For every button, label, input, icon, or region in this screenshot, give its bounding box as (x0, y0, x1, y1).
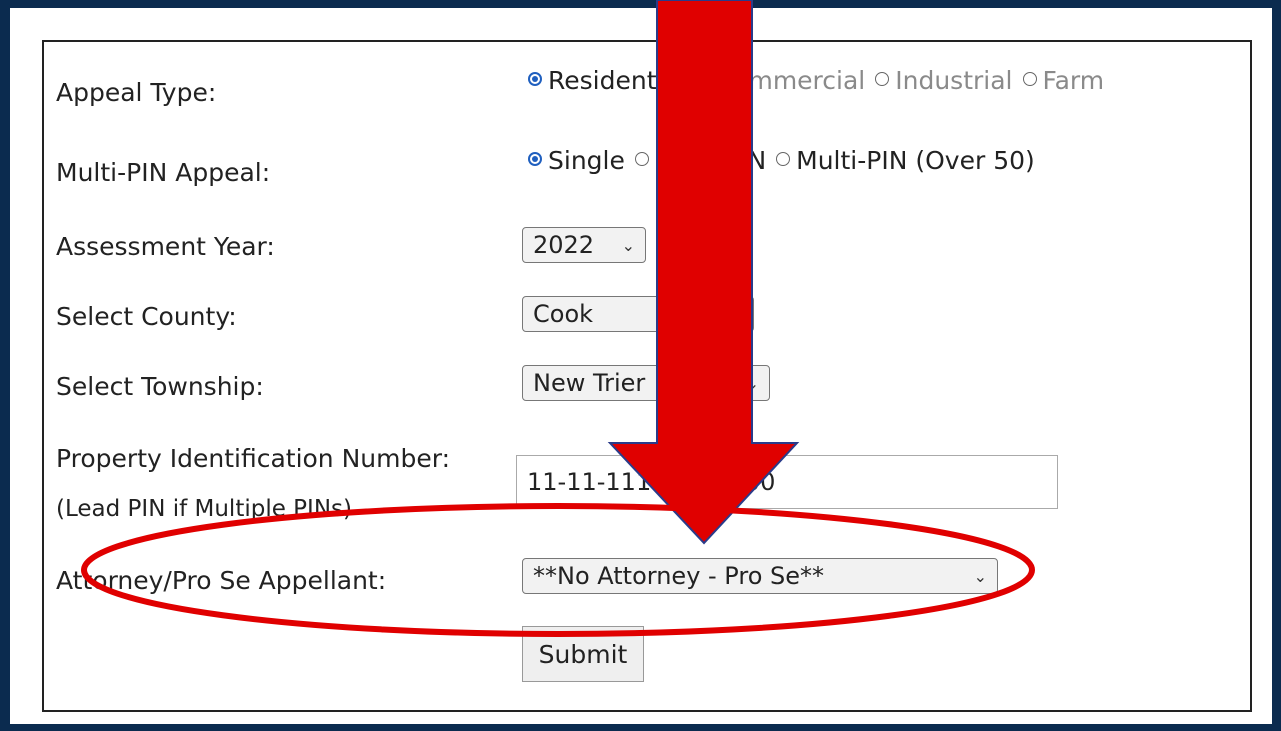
chevron-down-icon: ⌄ (729, 304, 743, 324)
pin-input-value: 11-11-111-111-0000 (527, 468, 776, 496)
radio-single[interactable] (528, 151, 542, 166)
radio-residential[interactable] (528, 71, 542, 86)
multi-pin-label: Multi-PIN Appeal: (56, 158, 271, 187)
assessment-year-value: 2022 (533, 231, 595, 259)
pin-input[interactable]: 11-11-111-111-0000 (516, 455, 1058, 509)
radio-farm-label: Farm (1042, 66, 1105, 95)
submit-button-label: Submit (538, 639, 628, 669)
county-value: Cook (533, 300, 594, 328)
county-select[interactable]: Cook ⌄ (522, 296, 754, 332)
chevron-down-icon: ⌄ (621, 235, 635, 255)
chevron-down-icon: ⌄ (973, 566, 987, 586)
township-select[interactable]: New Trier ⌄ (522, 365, 770, 401)
pin-sublabel: (Lead PIN if Multiple PINs) (56, 496, 352, 522)
multi-pin-radio-group: Single Multi-PIN Multi-PIN (Over 50) (528, 146, 1035, 175)
radio-farm[interactable] (1022, 71, 1037, 86)
pin-label: Property Identification Number: (56, 444, 451, 473)
radio-commercial-label: Commercial (715, 66, 866, 95)
appeal-type-radio-group: Residential Commercial Industrial Farm (528, 66, 1104, 95)
submit-button[interactable]: Submit (522, 626, 644, 682)
radio-industrial-label: Industrial (895, 66, 1013, 95)
assessment-year-select[interactable]: 2022 ⌄ (522, 227, 646, 263)
attorney-label: Attorney/Pro Se Appellant: (56, 566, 387, 595)
radio-residential-label: Residential (548, 66, 686, 95)
radio-multi-pin[interactable] (634, 151, 649, 166)
attorney-select[interactable]: **No Attorney - Pro Se** ⌄ (522, 558, 998, 594)
radio-multi-pin-label: Multi-PIN (654, 146, 767, 175)
radio-multi-pin-over-50-label: Multi-PIN (Over 50) (796, 146, 1035, 175)
radio-single-label: Single (548, 146, 625, 175)
radio-industrial[interactable] (875, 71, 890, 86)
radio-commercial[interactable] (695, 71, 710, 86)
chevron-down-icon: ⌄ (745, 373, 759, 393)
township-label: Select Township: (56, 372, 264, 401)
county-label: Select County: (56, 302, 237, 331)
attorney-value: **No Attorney - Pro Se** (533, 562, 825, 590)
township-value: New Trier (533, 369, 646, 397)
radio-multi-pin-over-50[interactable] (776, 151, 791, 166)
assessment-year-label: Assessment Year: (56, 232, 275, 261)
appeal-type-label: Appeal Type: (56, 78, 217, 107)
